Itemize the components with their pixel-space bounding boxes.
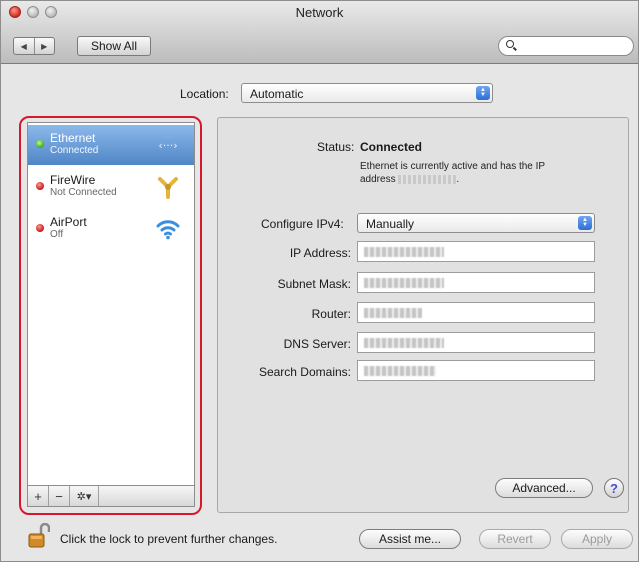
revert-button[interactable]: Revert [479, 529, 551, 549]
popup-arrows-icon: ▲ ▼ [578, 216, 592, 230]
redacted-value [364, 247, 444, 257]
redacted-ip [398, 174, 457, 184]
ip-address-label: IP Address: [289, 246, 351, 260]
router-label: Router: [311, 307, 351, 321]
lock-hint: Click the lock to prevent further change… [60, 532, 278, 546]
title-bar: Network ◀ ▶ Show All [1, 1, 638, 64]
search-domains-field[interactable] [357, 360, 595, 381]
search-field[interactable] [498, 36, 634, 56]
location-select[interactable]: Automatic ▲ ▼ [241, 83, 493, 103]
location-label: Location: [180, 87, 229, 101]
redacted-value [364, 278, 444, 288]
assist-me-button[interactable]: Assist me... [359, 529, 461, 549]
search-icon [506, 40, 514, 48]
redacted-value [364, 366, 436, 376]
lock-icon[interactable] [28, 522, 51, 549]
help-button[interactable]: ? [604, 478, 624, 498]
subnet-mask-field[interactable] [357, 272, 595, 293]
forward-button[interactable]: ▶ [35, 38, 55, 54]
dns-server-label: DNS Server: [283, 337, 351, 351]
status-desc-line2: address [360, 174, 396, 185]
status-desc-period: . [456, 174, 460, 185]
advanced-button[interactable]: Advanced... [495, 478, 593, 498]
apply-button[interactable]: Apply [561, 529, 633, 549]
show-all-button[interactable]: Show All [77, 36, 151, 56]
configure-ipv4-select[interactable]: Manually ▲ ▼ [357, 213, 595, 233]
status-description: Ethernet is currently active and has the… [360, 160, 580, 186]
highlight-outline [19, 116, 202, 515]
ip-address-field[interactable] [357, 241, 595, 262]
dns-server-field[interactable] [357, 332, 595, 353]
search-domains-label: Search Domains: [258, 365, 351, 379]
configure-ipv4-value: Manually [366, 217, 415, 231]
redacted-value [364, 308, 422, 318]
status-desc-line1: Ethernet is currently active and has the… [360, 161, 546, 172]
back-button[interactable]: ◀ [14, 38, 35, 54]
status-value: Connected [360, 140, 423, 154]
status-label: Status: [317, 140, 355, 154]
back-forward-control: ◀ ▶ [13, 37, 55, 55]
router-field[interactable] [357, 302, 595, 323]
network-preferences-window: Network ◀ ▶ Show All Location: Automatic… [0, 0, 639, 562]
redacted-value [364, 338, 444, 348]
subnet-mask-label: Subnet Mask: [277, 277, 351, 291]
window-title: Network [295, 5, 344, 20]
location-value: Automatic [250, 87, 304, 101]
configure-ipv4-label: Configure IPv4: [261, 217, 344, 231]
popup-arrows-icon: ▲ ▼ [476, 86, 490, 100]
